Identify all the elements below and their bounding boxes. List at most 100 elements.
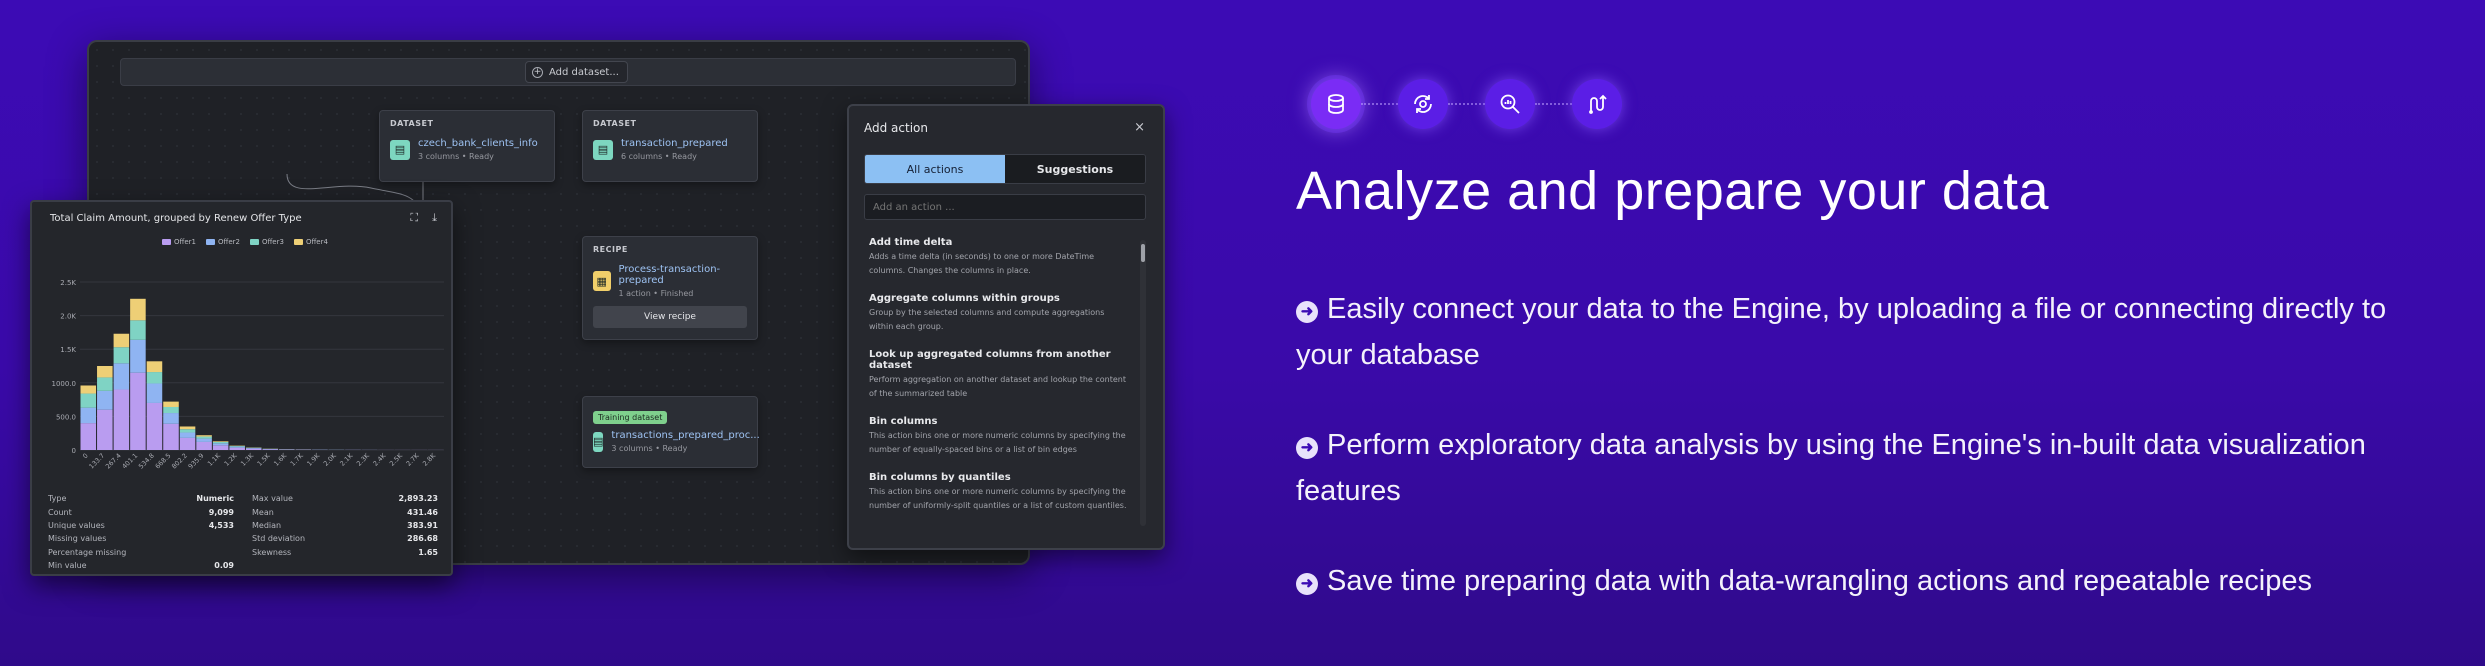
histogram-bar (97, 377, 113, 391)
stat-value: 0.09 (214, 561, 234, 571)
x-tick-label: 1.6K (272, 451, 289, 468)
arrow-right-icon: ➜ (1296, 437, 1318, 459)
action-item[interactable]: Aggregate columns within groups Group by… (869, 293, 1131, 334)
dataset-node-clients[interactable]: DATASET ▤ czech_bank_clients_info 3 colu… (379, 110, 555, 182)
histogram-bar (163, 423, 179, 450)
stat-label: Count (48, 507, 72, 517)
histogram-chart: 0500.01000.01.5K2.0K2.5K0133.7267.4401.1… (52, 279, 444, 471)
histogram-bar (113, 389, 130, 450)
histogram-bar (130, 320, 146, 340)
histogram-bar (229, 447, 245, 450)
action-item[interactable]: Bin columns This action bins one or more… (869, 416, 1131, 457)
y-tick-label: 1000.0 (52, 380, 77, 388)
action-item[interactable]: Add time delta Adds a time delta (in sec… (869, 237, 1131, 278)
stat-value: 9,099 (208, 507, 234, 517)
y-tick-label: 0 (72, 447, 76, 455)
histogram-bar (113, 363, 130, 390)
node-title[interactable]: transactions_prepared_proc... (611, 430, 759, 441)
stat-label: Unique values (48, 520, 105, 530)
node-title[interactable]: transaction_prepared (621, 138, 728, 149)
action-item[interactable]: Bin columns by quantiles This action bin… (869, 472, 1131, 513)
histogram-bar (97, 390, 113, 410)
stat-row: Median 383.91 (252, 519, 438, 532)
histogram-bar (113, 347, 130, 364)
stat-row: Std deviation 286.68 (252, 532, 438, 545)
x-tick-label: 401.1 (121, 452, 140, 471)
arrow-right-icon: ➜ (1296, 301, 1318, 323)
histogram-bar (196, 435, 212, 437)
bullet-text: Easily connect your data to the Engine, … (1296, 293, 2387, 371)
feature-icons (1311, 79, 1622, 129)
histogram-bar (212, 445, 229, 450)
y-tick-label: 500.0 (56, 413, 76, 421)
action-description: This action bins one or more numeric col… (869, 487, 1127, 510)
histogram-bar (229, 446, 245, 448)
connector-dots (1361, 103, 1398, 105)
node-tag: RECIPE (593, 245, 628, 254)
x-tick-label: 1.1K (206, 451, 223, 468)
histogram-bar (80, 423, 97, 450)
feature-bullets: ➜ Easily connect your data to the Engine,… (1296, 286, 2436, 648)
action-description: Group by the selected columns and comput… (869, 308, 1105, 331)
histogram-bar (146, 383, 163, 403)
histogram-bar (196, 436, 212, 439)
node-title[interactable]: Process-transaction-prepared (619, 264, 748, 286)
x-tick-label: 2.1K (338, 451, 355, 468)
action-search-input[interactable] (864, 194, 1146, 220)
action-title: Bin columns (869, 416, 938, 427)
x-tick-label: 1.9K (305, 451, 322, 468)
histogram-bar (262, 449, 279, 450)
training-dataset-badge: Training dataset (593, 411, 668, 424)
histogram-bar (146, 372, 163, 384)
tab-suggestions[interactable]: Suggestions (1005, 155, 1145, 183)
histogram-bar (212, 443, 229, 446)
stat-row: Type Numeric (48, 492, 234, 505)
dataset-node-transactions[interactable]: DATASET ▤ transaction_prepared 6 columns… (582, 110, 758, 182)
histogram-bar (196, 438, 212, 442)
stat-row: Min value 0.09 (48, 559, 234, 572)
tab-all-actions[interactable]: All actions (865, 155, 1005, 183)
plus-icon: + (532, 66, 543, 78)
node-meta: 3 columns • Ready (611, 444, 688, 453)
histogram-bar (163, 401, 179, 407)
training-dataset-node[interactable]: Training dataset ▤ transactions_prepared… (582, 396, 760, 468)
x-tick-label: 668.5 (154, 452, 173, 471)
bullet-eda: ➜ Perform exploratory data analysis by us… (1296, 422, 2436, 514)
add-dataset-button[interactable]: + Add dataset... (525, 61, 628, 83)
histogram-bar (163, 413, 179, 424)
stat-value: 383.91 (407, 520, 438, 530)
node-title[interactable]: czech_bank_clients_info (418, 138, 538, 149)
recipe-node[interactable]: RECIPE ▦ Process-transaction-prepared 1 … (582, 236, 758, 340)
view-recipe-button[interactable]: View recipe (593, 306, 747, 328)
pipeline-icon (1572, 79, 1622, 129)
y-tick-label: 2.5K (60, 279, 76, 287)
x-tick-label: 267.4 (104, 452, 123, 471)
histogram-bar (229, 445, 245, 447)
dataset-icon: ▤ (593, 431, 604, 452)
scrollbar-track[interactable] (1140, 240, 1146, 526)
x-tick-label: 534.8 (137, 452, 156, 471)
bullet-connect: ➜ Easily connect your data to the Engine,… (1296, 286, 2436, 378)
close-icon[interactable]: × (1134, 120, 1145, 135)
stat-label: Percentage missing (48, 547, 127, 557)
stat-label: Std deviation (252, 534, 306, 544)
stat-value: 2,893.23 (398, 494, 438, 504)
x-tick-label: 2.0K (322, 451, 339, 468)
action-list: Add time delta Adds a time delta (in sec… (869, 237, 1131, 528)
database-icon (1311, 79, 1361, 129)
scrollbar-thumb[interactable] (1141, 244, 1145, 262)
add-dataset-label: Add dataset... (549, 66, 619, 78)
action-item[interactable]: Look up aggregated columns from another … (869, 349, 1131, 401)
action-description: Perform aggregation on another dataset a… (869, 375, 1126, 398)
stat-row: Mean 431.46 (252, 505, 438, 518)
histogram-bar (130, 372, 146, 450)
stats-left: Type Numeric Count 9,099 Unique values 4,533 M… (48, 492, 234, 572)
action-title: Aggregate columns within groups (869, 293, 1060, 304)
dataset-icon: ▤ (593, 139, 613, 160)
stats-right: Max value 2,893.23 Mean 431.46 Median 383.91 S… (252, 492, 438, 572)
brain-cycle-icon (1398, 79, 1448, 129)
dataset-icon: ▤ (390, 139, 410, 160)
y-tick-label: 1.5K (60, 346, 76, 354)
stat-label: Missing values (48, 534, 107, 544)
histogram-bar (97, 409, 113, 450)
